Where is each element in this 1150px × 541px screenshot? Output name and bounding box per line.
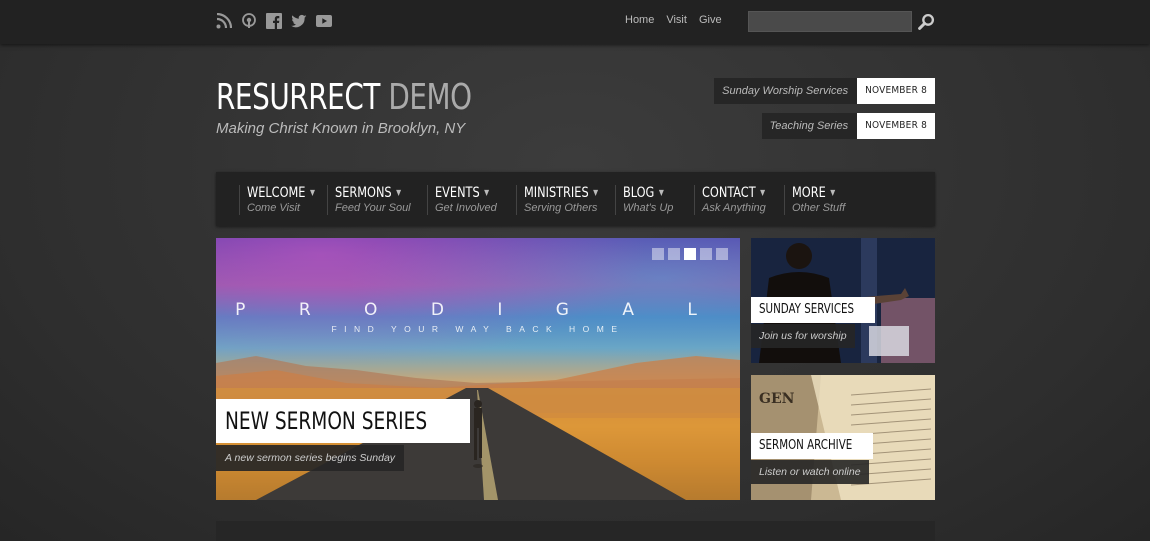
- nav-label-text: MINISTRIES: [524, 185, 589, 201]
- nav-label-text: CONTACT: [702, 185, 756, 201]
- slider-dot[interactable]: [716, 248, 728, 260]
- site-tagline: Making Christ Known in Brooklyn, NY: [216, 120, 466, 137]
- site-branding: RESURRECT DEMO Making Christ Known in Br…: [216, 76, 513, 137]
- highlight-subtitle: Join us for worship: [751, 324, 855, 348]
- svg-text:GEN: GEN: [759, 391, 795, 407]
- event-item[interactable]: Teaching Series NOVEMBER 8: [714, 113, 935, 139]
- nav-item-ministries[interactable]: MINISTRIES ▼ Serving Others: [516, 185, 606, 215]
- nav-item-more[interactable]: MORE ▼ Other Stuff: [784, 185, 845, 215]
- chevron-down-icon: ▼: [396, 188, 402, 197]
- facebook-icon[interactable]: [266, 13, 282, 29]
- slider-pagination: [652, 248, 728, 260]
- nav-label-text: EVENTS: [435, 185, 480, 201]
- podcast-icon[interactable]: [241, 13, 257, 29]
- youtube-icon[interactable]: [316, 13, 332, 29]
- chevron-down-icon: ▼: [593, 188, 599, 197]
- slide-caption-title-text: NEW SERMON SERIES: [225, 407, 428, 435]
- nav-sublabel: Feed Your Soul: [335, 202, 411, 214]
- nav-label: EVENTS ▼: [435, 185, 491, 201]
- search-input[interactable]: [748, 11, 912, 32]
- chevron-down-icon: ▼: [658, 188, 664, 197]
- nav-item-welcome[interactable]: WELCOME ▼ Come Visit: [239, 185, 323, 215]
- top-nav-visit-link[interactable]: Visit: [666, 14, 687, 26]
- event-name: Sunday Worship Services: [714, 78, 858, 104]
- slider-dot[interactable]: [652, 248, 664, 260]
- nav-sublabel: Serving Others: [524, 202, 598, 214]
- nav-sublabel: Get Involved: [435, 202, 497, 214]
- event-name: Teaching Series: [761, 113, 858, 139]
- highlight-sermon-archive[interactable]: GEN SERMON ARCHIVE Listen or watch onlin…: [751, 375, 935, 500]
- nav-label: BLOG ▼: [623, 185, 668, 201]
- chevron-down-icon: ▼: [309, 188, 315, 197]
- header-events: Sunday Worship Services NOVEMBER 8 Teach…: [714, 78, 935, 148]
- chevron-down-icon: ▼: [830, 188, 836, 197]
- nav-label: CONTACT ▼: [702, 185, 765, 201]
- nav-label: MORE ▼: [792, 185, 840, 201]
- top-nav: Home Visit Give: [625, 14, 734, 26]
- top-nav-give-link[interactable]: Give: [699, 14, 722, 26]
- nav-sublabel: Come Visit: [247, 202, 300, 214]
- nav-label: MINISTRIES ▼: [524, 185, 598, 201]
- search-icon[interactable]: [918, 13, 935, 30]
- nav-item-contact[interactable]: CONTACT ▼ Ask Anything: [694, 185, 772, 215]
- nav-item-sermons[interactable]: SERMONS ▼ Feed Your Soul: [327, 185, 411, 215]
- nav-label-text: WELCOME: [247, 185, 306, 201]
- content-area-top: [216, 521, 935, 541]
- highlight-title: SERMON ARCHIVE: [751, 433, 873, 459]
- slide-caption-title[interactable]: NEW SERMON SERIES: [216, 399, 471, 443]
- main-nav: WELCOME ▼ Come Visit SERMONS ▼ Feed Your S…: [216, 172, 935, 226]
- nav-label-text: SERMONS: [335, 185, 392, 201]
- event-date: NOVEMBER 8: [857, 113, 935, 139]
- chevron-down-icon: ▼: [484, 188, 490, 197]
- highlight-sunday-services[interactable]: SUNDAY SERVICES Join us for worship: [751, 238, 935, 363]
- chevron-down-icon: ▼: [760, 188, 766, 197]
- site-title[interactable]: RESURRECT DEMO: [216, 76, 472, 120]
- nav-label-text: MORE: [792, 185, 826, 201]
- nav-sublabel: Ask Anything: [702, 202, 766, 214]
- nav-label: WELCOME ▼: [247, 185, 315, 201]
- highlight-title: SUNDAY SERVICES: [751, 297, 876, 323]
- nav-label: SERMONS ▼: [335, 185, 403, 201]
- slider-dot[interactable]: [700, 248, 712, 260]
- social-icons: [216, 13, 332, 29]
- slide-image-subtitle: FIND YOUR WAY BACK HOME: [331, 324, 625, 334]
- slide-caption-subtitle: A new sermon series begins Sunday: [216, 445, 405, 471]
- nav-sublabel: Other Stuff: [792, 202, 846, 214]
- top-nav-home-link[interactable]: Home: [625, 14, 654, 26]
- nav-label-text: BLOG: [623, 185, 655, 201]
- top-bar: Home Visit Give: [0, 0, 1150, 44]
- twitter-icon[interactable]: [291, 13, 307, 29]
- highlight-subtitle: Listen or watch online: [751, 460, 869, 484]
- nav-sublabel: What's Up: [623, 202, 674, 214]
- slide-image-title: P R O D I G A L: [235, 300, 721, 320]
- highlight-title-text: SUNDAY SERVICES: [759, 302, 855, 317]
- site-title-main: RESURRECT: [216, 77, 380, 118]
- slider-dot[interactable]: [668, 248, 680, 260]
- rss-icon[interactable]: [216, 13, 232, 29]
- site-title-accent: DEMO: [388, 77, 472, 118]
- slider-dot-active[interactable]: [684, 248, 696, 260]
- nav-item-events[interactable]: EVENTS ▼ Get Involved: [427, 185, 497, 215]
- event-date: NOVEMBER 8: [857, 78, 935, 104]
- nav-item-blog[interactable]: BLOG ▼ What's Up: [615, 185, 673, 215]
- event-item[interactable]: Sunday Worship Services NOVEMBER 8: [714, 78, 935, 104]
- hero-slider[interactable]: P R O D I G A L FIND YOUR WAY BACK HOME …: [216, 238, 740, 500]
- highlight-title-text: SERMON ARCHIVE: [759, 438, 853, 453]
